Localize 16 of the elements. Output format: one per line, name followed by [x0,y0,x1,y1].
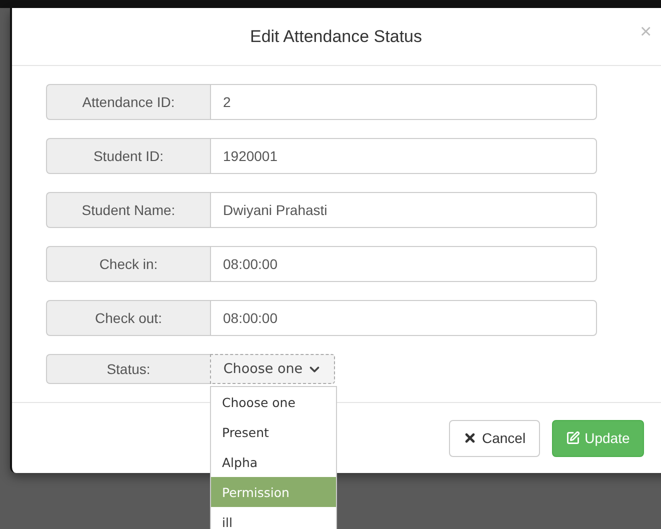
modal-title: Edit Attendance Status [250,26,422,46]
field-label: Student ID: [46,138,210,174]
status-select[interactable]: Choose one [210,354,335,384]
input-field[interactable]: 2 [210,84,597,120]
close-icon [463,431,477,445]
input-field[interactable]: 1920001 [210,138,597,174]
field-label: Check in: [46,246,210,282]
field-label: Status: [46,354,210,384]
input-field[interactable]: 08:00:00 [210,300,597,336]
field-label: Check out: [46,300,210,336]
cancel-button[interactable]: Cancel [449,420,540,456]
field-label: Student Name: [46,192,210,228]
edit-icon [566,431,580,445]
field-label: Attendance ID: [46,84,210,120]
input-field[interactable]: Dwiyani Prahasti [210,192,597,228]
input-field[interactable]: 08:00:00 [210,246,597,282]
